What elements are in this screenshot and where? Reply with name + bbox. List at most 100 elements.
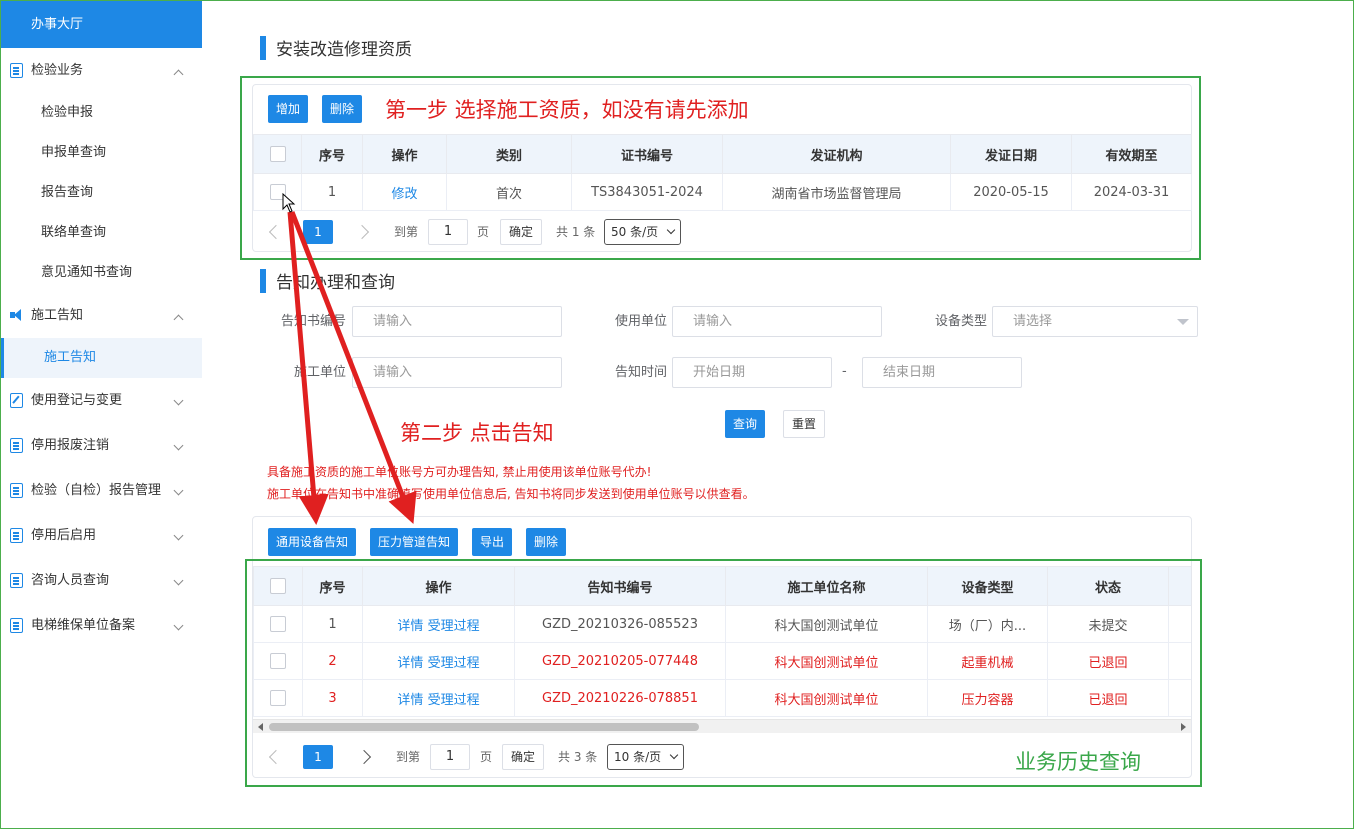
column-header: 发证日期 — [950, 134, 1072, 174]
row-number: 3 — [302, 679, 363, 717]
column-header: 序号 — [302, 566, 363, 606]
row-status: 已退回 — [1047, 642, 1169, 680]
step-one-annotation: 第一步 选择施工资质，如没有请先添加 — [385, 98, 749, 122]
row-status: 已退回 — [1047, 679, 1169, 717]
sidebar-item-hall[interactable]: 办事大厅 — [1, 1, 202, 48]
sidebar-group-construction-notice[interactable]: 施工告知 — [1, 293, 202, 338]
sidebar-group-scrap[interactable]: 停用报废注销 — [1, 423, 202, 468]
history-table: 序号 操作 告知书编号 施工单位名称 设备类型 状态 1 详情 受理过程 GZD… — [253, 566, 1191, 717]
document-icon — [10, 618, 23, 633]
row-select-cell[interactable] — [253, 605, 303, 643]
table-row: 1 修改 首次 TS3843051-2024 湖南省市场监督管理局 2020-0… — [253, 173, 1192, 211]
sidebar-group-registration[interactable]: 使用登记与变更 — [1, 378, 202, 423]
add-qualification-button[interactable]: 增加 — [268, 95, 309, 123]
row-issue-date: 2020-05-15 — [950, 173, 1072, 211]
query-button[interactable]: 查询 — [725, 410, 766, 438]
row-overflow — [1168, 605, 1191, 643]
notice-number-input[interactable]: 请输入 — [352, 306, 562, 337]
sidebar-group-label: 咨询人员查询 — [31, 573, 110, 588]
table-header-row: 序号 操作 告知书编号 施工单位名称 设备类型 状态 — [253, 566, 1191, 606]
scroll-right-icon[interactable] — [1181, 723, 1186, 731]
step-two-annotation: 第二步 点击告知 — [400, 421, 554, 445]
document-icon — [10, 573, 23, 588]
row-notice-code: GZD_20210226-078851 — [514, 679, 726, 717]
sidebar-item-apply-query[interactable]: 申报单查询 — [1, 133, 202, 173]
construction-unit-label: 施工单位 — [293, 365, 346, 380]
history-horizontal-scrollbar[interactable] — [253, 719, 1191, 733]
delete-qualification-button[interactable]: 删除 — [322, 95, 363, 123]
general-equipment-notice-button[interactable]: 通用设备告知 — [268, 528, 357, 556]
select-all-checkbox[interactable] — [269, 146, 286, 162]
next-page-icon[interactable] — [354, 224, 370, 240]
row-unit-name: 科大国创测试单位 — [725, 605, 928, 643]
row-checkbox[interactable] — [270, 690, 286, 706]
current-page[interactable]: 1 — [303, 745, 333, 769]
sidebar-item-inspection-apply[interactable]: 检验申报 — [1, 93, 202, 133]
sidebar-group-consultant[interactable]: 咨询人员查询 — [1, 558, 202, 603]
sidebar-group-reenable[interactable]: 停用后启用 — [1, 513, 202, 558]
row-action-cell: 详情 受理过程 — [362, 642, 515, 680]
pressure-pipe-notice-button[interactable]: 压力管道告知 — [370, 528, 459, 556]
page-size-select[interactable]: 10 条/页 — [607, 744, 685, 770]
start-date-input[interactable]: 开始日期 — [672, 357, 832, 388]
prev-page-icon[interactable] — [268, 749, 284, 765]
document-icon — [10, 63, 23, 78]
row-select-cell[interactable] — [253, 642, 303, 680]
current-page[interactable]: 1 — [303, 220, 333, 244]
goto-page-input[interactable]: 1 — [430, 744, 470, 770]
chevron-down-icon — [173, 485, 184, 496]
table-row: 1 详情 受理过程 GZD_20210326-085523 科大国创测试单位 场… — [253, 605, 1191, 643]
goto-confirm-button[interactable]: 确定 — [500, 219, 543, 245]
row-checkbox[interactable] — [270, 616, 286, 632]
column-header-overflow — [1168, 566, 1191, 606]
sidebar-group-self-report[interactable]: 检验（自检）报告管理 — [1, 468, 202, 513]
select-all-cell[interactable] — [253, 566, 303, 606]
row-action-cell: 详情 受理过程 — [362, 679, 515, 717]
scroll-thumb[interactable] — [269, 723, 699, 731]
row-checkbox[interactable] — [270, 653, 286, 669]
detail-link[interactable]: 详情 — [397, 693, 423, 708]
process-link[interactable]: 受理过程 — [428, 693, 480, 708]
sidebar-group-label: 电梯维保单位备案 — [31, 618, 136, 633]
warning-line-2: 施工单位在告知书中准确填写使用单位信息后, 告知书将同步发送到使用单位账号以供查… — [267, 487, 755, 501]
detail-link[interactable]: 详情 — [397, 656, 423, 671]
equipment-type-label: 设备类型 — [934, 314, 987, 329]
speaker-icon — [10, 308, 23, 323]
sidebar-group-inspection[interactable]: 检验业务 — [1, 48, 202, 93]
row-notice-code: GZD_20210326-085523 — [514, 605, 726, 643]
delete-notice-button[interactable]: 删除 — [526, 528, 567, 556]
row-action-cell: 详情 受理过程 — [362, 605, 515, 643]
row-equipment-type: 场（厂）内... — [927, 605, 1048, 643]
process-link[interactable]: 受理过程 — [428, 656, 480, 671]
page-size-select[interactable]: 50 条/页 — [604, 219, 682, 245]
row-number: 1 — [301, 173, 363, 211]
export-button[interactable]: 导出 — [472, 528, 513, 556]
scroll-left-icon[interactable] — [258, 723, 263, 731]
select-all-checkbox[interactable] — [270, 578, 286, 594]
edit-link[interactable]: 修改 — [391, 187, 417, 202]
date-range-separator: - — [842, 364, 847, 379]
row-unit-name: 科大国创测试单位 — [725, 642, 928, 680]
chevron-up-icon — [173, 314, 184, 325]
reset-button[interactable]: 重置 — [783, 410, 826, 438]
construction-unit-input[interactable]: 请输入 — [352, 357, 562, 388]
select-all-cell[interactable] — [253, 134, 302, 174]
sidebar-item-construction-notice[interactable]: 施工告知 — [1, 338, 202, 378]
equipment-type-select[interactable]: 请选择 — [992, 306, 1198, 337]
row-select-cell[interactable] — [253, 679, 303, 717]
sidebar-item-opinion-query[interactable]: 意见通知书查询 — [1, 253, 202, 293]
sidebar-group-elevator-maintenance[interactable]: 电梯维保单位备案 — [1, 603, 202, 648]
end-date-input[interactable]: 结束日期 — [862, 357, 1022, 388]
sidebar-item-contact-query[interactable]: 联络单查询 — [1, 213, 202, 253]
goto-page-input[interactable]: 1 — [428, 219, 468, 245]
goto-confirm-button[interactable]: 确定 — [502, 744, 545, 770]
prev-page-icon[interactable] — [268, 224, 284, 240]
user-unit-input[interactable]: 请输入 — [672, 306, 882, 337]
qualification-section-title: 安装改造修理资质 — [260, 35, 412, 60]
detail-link[interactable]: 详情 — [397, 619, 423, 634]
process-link[interactable]: 受理过程 — [428, 619, 480, 634]
total-count: 共 3 条 — [558, 750, 598, 764]
sidebar-group-label: 使用登记与变更 — [31, 393, 123, 408]
next-page-icon[interactable] — [356, 749, 372, 765]
sidebar-item-report-query[interactable]: 报告查询 — [1, 173, 202, 213]
